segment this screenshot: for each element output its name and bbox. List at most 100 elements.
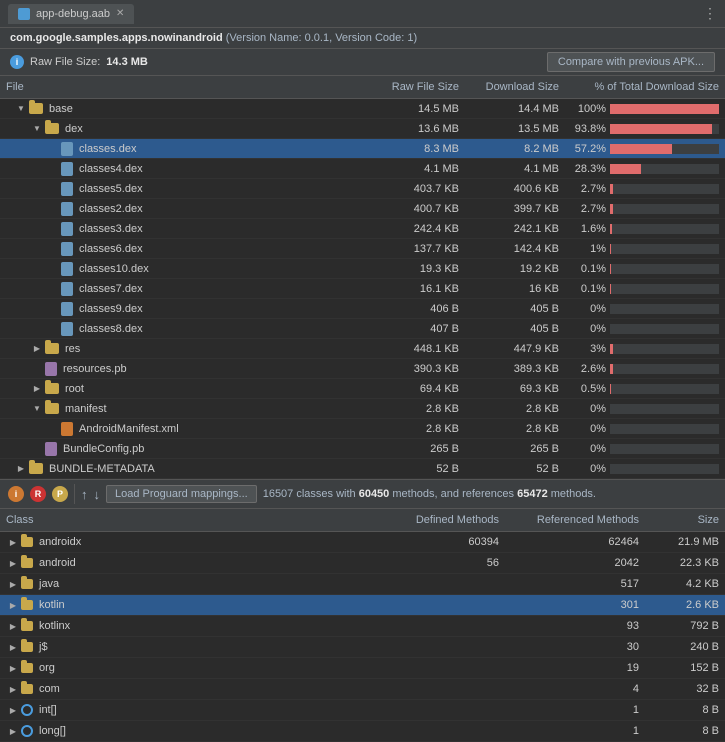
class-name-text: java <box>39 578 59 590</box>
list-item[interactable]: android 56 2042 22.3 KB <box>0 553 725 574</box>
raw-size-cell: 448.1 KB <box>375 341 465 357</box>
pct-bar-cell: 0% <box>565 401 725 417</box>
chevron-right-icon[interactable] <box>8 685 18 694</box>
pct-bar-cell: 0.1% <box>565 281 725 297</box>
pct-text: 0% <box>571 323 606 335</box>
chevron-right-icon[interactable] <box>8 706 18 715</box>
raw-size-cell: 69.4 KB <box>375 381 465 397</box>
table-row[interactable]: classes.dex 8.3 MB 8.2 MB 57.2% <box>0 139 725 159</box>
chevron-right-icon[interactable] <box>8 538 18 547</box>
pct-text: 57.2% <box>571 143 606 155</box>
bar-fill <box>610 144 672 154</box>
table-row[interactable]: classes2.dex 400.7 KB 399.7 KB 2.7% <box>0 199 725 219</box>
file-name-text: BUNDLE-METADATA <box>49 463 155 475</box>
chevron-down-icon[interactable] <box>16 104 26 113</box>
dl-size-cell: 400.6 KB <box>465 181 565 197</box>
nav-icon1[interactable]: ↑ <box>81 487 88 502</box>
chevron-right-icon[interactable] <box>32 344 42 353</box>
table-row[interactable]: BUNDLE-METADATA 52 B 52 B 0% <box>0 459 725 479</box>
chevron-right-icon[interactable] <box>32 384 42 393</box>
file-tree-section: File Raw File Size Download Size % of To… <box>0 76 725 479</box>
chevron-right-icon[interactable] <box>8 643 18 652</box>
chevron-down-icon[interactable] <box>32 124 42 133</box>
list-item[interactable]: org 19 152 B <box>0 658 725 679</box>
nav-icon2[interactable]: ↓ <box>94 487 101 502</box>
raw-size-cell: 406 B <box>375 301 465 317</box>
tree-table-header: File Raw File Size Download Size % of To… <box>0 76 725 99</box>
table-row[interactable]: res 448.1 KB 447.9 KB 3% <box>0 339 725 359</box>
pct-text: 1% <box>571 243 606 255</box>
pct-text: 2.6% <box>571 363 606 375</box>
table-row[interactable]: dex 13.6 MB 13.5 MB 93.8% <box>0 119 725 139</box>
raw-size-cell: 400.7 KB <box>375 201 465 217</box>
dl-size-cell: 69.3 KB <box>465 381 565 397</box>
table-row[interactable]: classes4.dex 4.1 MB 4.1 MB 28.3% <box>0 159 725 179</box>
class-name-cell: com <box>0 681 385 697</box>
table-row[interactable]: classes5.dex 403.7 KB 400.6 KB 2.7% <box>0 179 725 199</box>
referenced-methods-cell: 1 <box>505 702 645 718</box>
chevron-right-icon[interactable] <box>8 622 18 631</box>
file-name-cell: res <box>0 341 375 357</box>
chevron-right-icon[interactable] <box>8 559 18 568</box>
table-row[interactable]: classes3.dex 242.4 KB 242.1 KB 1.6% <box>0 219 725 239</box>
dl-size-cell: 4.1 MB <box>465 161 565 177</box>
class-table-section: Class Defined Methods Referenced Methods… <box>0 509 725 742</box>
file-tab[interactable]: app-debug.aab ✕ <box>8 4 134 24</box>
table-row[interactable]: BundleConfig.pb 265 B 265 B 0% <box>0 439 725 459</box>
list-item[interactable]: kotlin 301 2.6 KB <box>0 595 725 616</box>
table-row[interactable]: manifest 2.8 KB 2.8 KB 0% <box>0 399 725 419</box>
compare-button[interactable]: Compare with previous APK... <box>547 52 715 72</box>
folder-icon <box>45 123 59 134</box>
defined-methods-cell <box>385 645 505 649</box>
folder-icon <box>21 684 33 694</box>
bar-fill <box>610 124 712 134</box>
chevron-right-icon[interactable] <box>8 601 18 610</box>
pct-bar-cell: 0.1% <box>565 261 725 277</box>
dex-file-icon <box>61 222 73 236</box>
bar-background <box>610 364 719 374</box>
list-item[interactable]: long[] 1 8 B <box>0 721 725 742</box>
bar-background <box>610 424 719 434</box>
table-row[interactable]: AndroidManifest.xml 2.8 KB 2.8 KB 0% <box>0 419 725 439</box>
table-row[interactable]: classes7.dex 16.1 KB 16 KB 0.1% <box>0 279 725 299</box>
table-row[interactable]: root 69.4 KB 69.3 KB 0.5% <box>0 379 725 399</box>
dl-size-cell: 19.2 KB <box>465 261 565 277</box>
chevron-right-icon[interactable] <box>8 664 18 673</box>
table-row[interactable]: classes8.dex 407 B 405 B 0% <box>0 319 725 339</box>
pct-bar-cell: 0% <box>565 321 725 337</box>
chevron-right-icon[interactable] <box>8 580 18 589</box>
table-row[interactable]: classes10.dex 19.3 KB 19.2 KB 0.1% <box>0 259 725 279</box>
tool-icon-orange: i <box>8 486 24 502</box>
dl-size-cell: 2.8 KB <box>465 421 565 437</box>
bar-background <box>610 164 719 174</box>
table-row[interactable]: classes6.dex 137.7 KB 142.4 KB 1% <box>0 239 725 259</box>
list-item[interactable]: com 4 32 B <box>0 679 725 700</box>
list-item[interactable]: j$ 30 240 B <box>0 637 725 658</box>
list-item[interactable]: kotlinx 93 792 B <box>0 616 725 637</box>
table-row[interactable]: classes9.dex 406 B 405 B 0% <box>0 299 725 319</box>
folder-icon <box>21 642 33 652</box>
bar-background <box>610 304 719 314</box>
close-icon[interactable]: ✕ <box>116 8 124 19</box>
file-name-cell: resources.pb <box>0 360 375 378</box>
pct-text: 28.3% <box>571 163 606 175</box>
class-name-text: j$ <box>39 641 48 653</box>
load-proguard-button[interactable]: Load Proguard mappings... <box>106 485 257 503</box>
chevron-right-icon[interactable] <box>16 464 26 473</box>
chevron-right-icon[interactable] <box>8 727 18 736</box>
dex-file-icon <box>61 322 73 336</box>
list-item[interactable]: int[] 1 8 B <box>0 700 725 721</box>
chevron-down-icon[interactable] <box>32 404 42 413</box>
table-row[interactable]: base 14.5 MB 14.4 MB 100% <box>0 99 725 119</box>
menu-icon[interactable]: ⋮ <box>703 5 717 22</box>
pct-bar-cell: 0% <box>565 421 725 437</box>
list-item[interactable]: java 517 4.2 KB <box>0 574 725 595</box>
list-item[interactable]: androidx 60394 62464 21.9 MB <box>0 532 725 553</box>
package-bar: com.google.samples.apps.nowinandroid (Ve… <box>0 28 725 49</box>
defined-methods-cell <box>385 624 505 628</box>
file-name-text: base <box>49 103 73 115</box>
class-name-text: int[] <box>39 704 57 716</box>
bar-fill <box>610 204 613 214</box>
class-name-cell: android <box>0 555 385 571</box>
table-row[interactable]: resources.pb 390.3 KB 389.3 KB 2.6% <box>0 359 725 379</box>
